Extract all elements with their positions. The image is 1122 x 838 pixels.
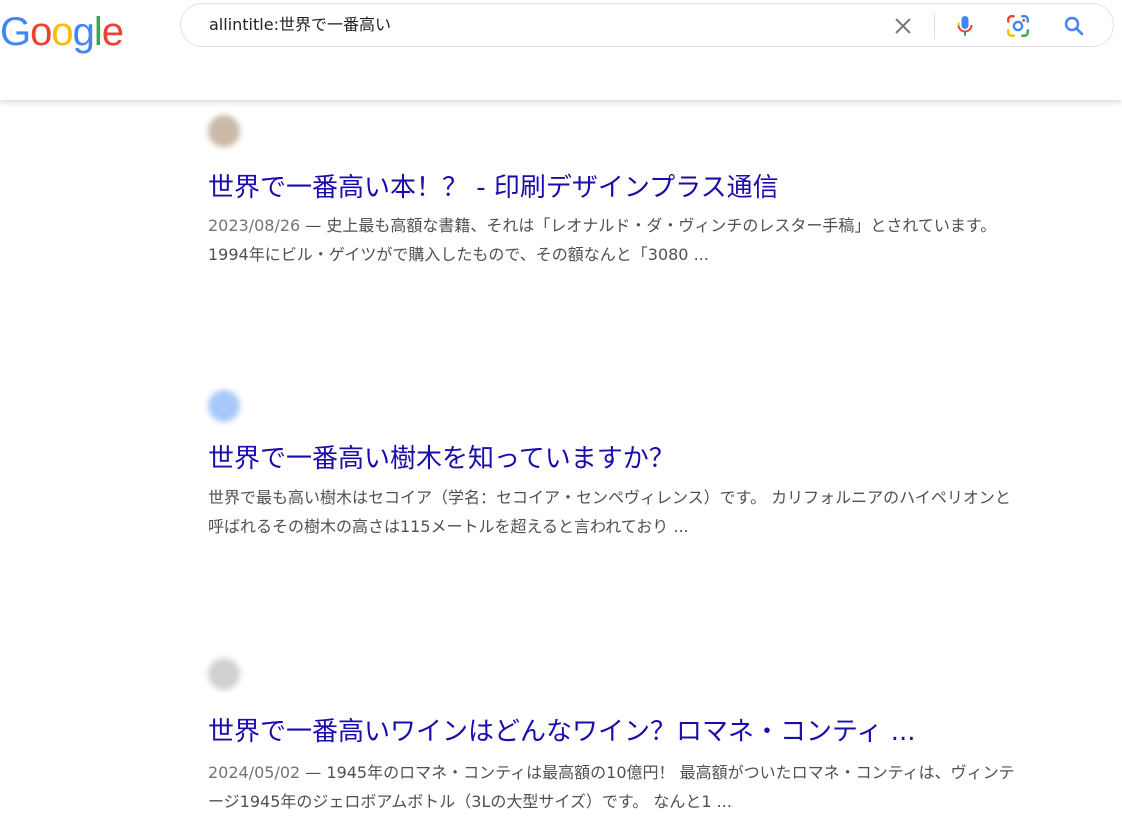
result-source-blurred[interactable] xyxy=(158,105,638,161)
logo-letter: g xyxy=(72,10,95,54)
google-lens-icon xyxy=(1007,15,1029,37)
google-logo[interactable]: Google xyxy=(0,10,124,54)
lens-search-button[interactable] xyxy=(1002,10,1034,42)
result-date: 2024/05/02 xyxy=(208,763,301,782)
result-title-link[interactable]: 世界で一番高いワインはどんなワイン？ロマネ・コンティ ... xyxy=(208,715,916,749)
snippet-text: 史上最も高額な書籍、それは「レオナルド・ダ・ヴィンチのレスター手稿」とされていま… xyxy=(208,216,997,264)
result-source-blurred[interactable] xyxy=(158,380,758,436)
result-date: 2023/08/26 xyxy=(208,216,301,235)
search-input[interactable] xyxy=(209,4,869,46)
snippet-text: 1945年のロマネ・コンティは最高額の10億円！ 最高額がついたロマネ・コンティ… xyxy=(208,763,1015,811)
search-icon xyxy=(1064,16,1084,36)
snippet-separator: — xyxy=(300,216,327,235)
snippet-separator: — xyxy=(300,763,327,782)
site-favicon-icon xyxy=(208,115,240,147)
close-icon xyxy=(895,18,911,34)
result-snippet: 2023/08/26 — 史上最も高額な書籍、それは「レオナルド・ダ・ヴィンチの… xyxy=(208,211,1018,269)
site-favicon-icon xyxy=(208,658,240,690)
result-source-blurred[interactable] xyxy=(158,648,778,704)
result-snippet: 2024/05/02 — 1945年のロマネ・コンティは最高額の10億円！ 最高… xyxy=(208,758,1018,816)
logo-letter: G xyxy=(0,10,31,54)
clear-button[interactable] xyxy=(887,10,919,42)
logo-letter: e xyxy=(101,10,124,54)
snippet-text: 世界で最も高い樹木はセコイア（学名：セコイア・センペヴィレンス）です。 カリフォ… xyxy=(208,488,1011,536)
microphone-icon xyxy=(957,16,973,36)
logo-letter: o xyxy=(30,10,52,54)
result-title-link[interactable]: 世界で一番高い本！？ - 印刷デザインプラス通信 xyxy=(208,171,779,205)
search-bar xyxy=(180,3,1114,47)
result-snippet: 世界で最も高い樹木はセコイア（学名：セコイア・センペヴィレンス）です。 カリフォ… xyxy=(208,483,1018,541)
search-header: Google xyxy=(0,0,1122,100)
logo-letter: l xyxy=(93,10,103,54)
result-title-link[interactable]: 世界で一番高い樹木を知っていますか？ xyxy=(208,442,675,476)
search-bar-divider xyxy=(934,13,935,39)
logo-letter: o xyxy=(51,10,73,54)
voice-search-button[interactable] xyxy=(949,10,981,42)
search-submit-button[interactable] xyxy=(1058,10,1090,42)
site-favicon-icon xyxy=(208,390,240,422)
